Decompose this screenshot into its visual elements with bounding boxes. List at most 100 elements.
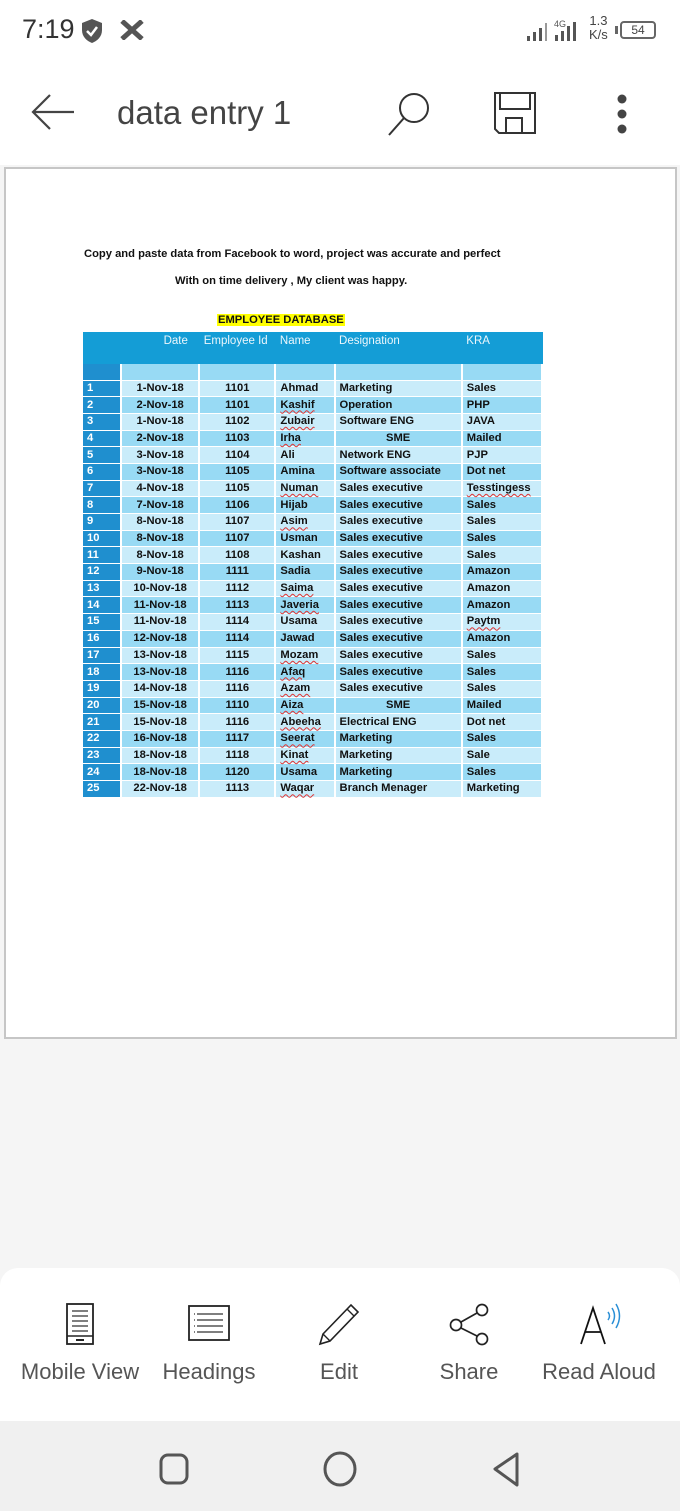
table-row: 10 8-Nov-18 1107 Usman Sales executive Sales [83,530,544,548]
cell-id-text: 1116 [225,715,250,728]
system-nav-bar [0,1421,680,1511]
cell-name-text: Azam [280,682,311,695]
cell-name-text: Sadia [280,565,311,578]
cell-id-text: 1110 [225,698,250,711]
cell-number-text: 18 [87,665,100,678]
cell-kra: Sales [461,647,544,665]
cell-date-text: 11-Nov-18 [133,598,187,611]
edit-label: Edit [320,1359,358,1384]
cell-id: 1108 [199,546,277,565]
document-page: Copy and paste data from Facebook to wor… [4,167,677,1039]
back-button[interactable] [28,90,78,134]
cell-id: 1106 [199,496,277,514]
document-viewer[interactable]: Copy and paste data from Facebook to wor… [0,165,680,1265]
battery-tip [615,26,618,34]
cell-designation: Electrical ENG [334,713,463,731]
cell-number-text: 20 [87,698,100,711]
svg-text:4G: 4G [554,19,566,29]
cell-kra: Sales [461,546,544,565]
cell-number-text: 7 [87,481,94,494]
cell-name: Abeeha [275,713,336,731]
cell-date-text: 11-Nov-18 [133,615,187,628]
cell-number: 14 [83,596,123,615]
save-button[interactable] [492,90,538,136]
more-options-button[interactable] [608,92,636,140]
cell-date-text: 4-Nov-18 [136,481,184,494]
cell-designation: SME [334,430,463,448]
cell-kra: Sales [461,496,544,514]
cell-designation: Sales executive [334,563,463,581]
cell-kra: Sales [461,680,544,698]
table-row: 5 3-Nov-18 1104 Ali Network ENG PJP [83,446,544,464]
cell-designation: SME [334,697,463,715]
cell-kra: Marketing [461,780,544,798]
cell-kra-text: Sales [466,498,497,511]
table-row: 14 11-Nov-18 1113 Javeria Sales executive Ama… [83,596,544,615]
share-button[interactable]: Share [404,1268,534,1418]
cell-number-text: 5 [87,448,94,461]
cell-date: 7-Nov-18 [121,496,201,514]
cell-designation: Sales executive [334,647,463,665]
cell-date-text: 7-Nov-18 [136,498,184,511]
mobile-view-button[interactable]: Mobile View [15,1268,145,1418]
cell-date-text: 15-Nov-18 [133,698,187,711]
edit-button[interactable]: Edit [274,1268,404,1418]
cell-name-text: Kashan [280,548,321,561]
cell-kra: Sales [461,730,544,748]
table-row: 17 13-Nov-18 1115 Mozam Sales executive Sales [83,647,544,665]
cell-name: Zubair [275,413,336,431]
col-header-date: Date [121,332,200,364]
table-row: 12 9-Nov-18 1111 Sadia Sales executive Amazon [83,563,544,581]
table-row: 1 1-Nov-18 1101 Ahmad Marketing Sales [83,380,544,398]
cell-date-text: 2-Nov-18 [136,398,184,411]
cell-designation: Marketing [334,730,463,748]
cell-kra-text: Sales [466,381,497,394]
table-row: 3 1-Nov-18 1102 Zubair Software ENG JAVA [83,413,544,431]
cell-number-text: 21 [87,715,100,728]
cell-number-text: 23 [87,748,100,761]
cell-name: Usman [275,530,336,548]
cell-date-text: 3-Nov-18 [136,448,184,461]
cell-name: Kashif [275,396,336,414]
recents-button[interactable] [152,1447,196,1491]
cell-kra-text: Sales [466,682,497,695]
cell-date: 13-Nov-18 [121,663,201,681]
cell-designation-text: Electrical ENG [339,715,417,728]
cell-designation-text: Marketing [339,765,393,778]
cell-date: 12-Nov-18 [121,630,201,648]
cell-designation: Sales executive [334,513,463,531]
cell-number: 1 [83,380,123,398]
headings-button[interactable]: Headings [144,1268,274,1418]
cell-kra: Sales [461,663,544,681]
cell-date-text: 18-Nov-18 [133,748,187,761]
cell-designation-text: SME [386,431,411,444]
cell-id: 1115 [199,647,277,665]
table-heading: EMPLOYEE DATABASE [217,314,345,326]
cell-id-text: 1114 [225,632,250,645]
cell-kra: Mailed [461,430,544,448]
read-aloud-button[interactable]: Read Aloud [534,1268,664,1418]
search-button[interactable] [385,90,435,140]
table-row: 11 8-Nov-18 1108 Kashan Sales executive Sales [83,546,544,565]
cell-id: 1104 [199,446,277,464]
cell-designation: Sales executive [334,680,463,698]
cell-name-text: Kinat [280,748,309,761]
cell-number: 16 [83,630,123,648]
status-bar: 7:19 4G 1.3 K/s 54 [0,0,680,62]
cell-designation-text: Software ENG [339,415,415,428]
cell-date-text: 12-Nov-18 [133,632,187,645]
back-nav-button[interactable] [485,1447,529,1491]
cell-number: 11 [83,546,123,565]
cell-date: 13-Nov-18 [121,647,201,665]
cell-id-text: 1106 [225,498,250,511]
cell-number-text: 12 [87,565,100,578]
cell-name: Seerat [275,730,336,748]
cell-kra: Dot net [461,713,544,731]
net-speed-value: 1.3 [589,13,608,28]
cell-kra-text: JAVA [466,415,495,428]
table-row: 25 22-Nov-18 1113 Waqar Branch Menager Market… [83,780,544,798]
cell-number-text: 14 [87,598,100,611]
home-button[interactable] [318,1447,362,1491]
cell-number: 15 [83,613,123,631]
cell-number-text: 25 [87,782,100,795]
